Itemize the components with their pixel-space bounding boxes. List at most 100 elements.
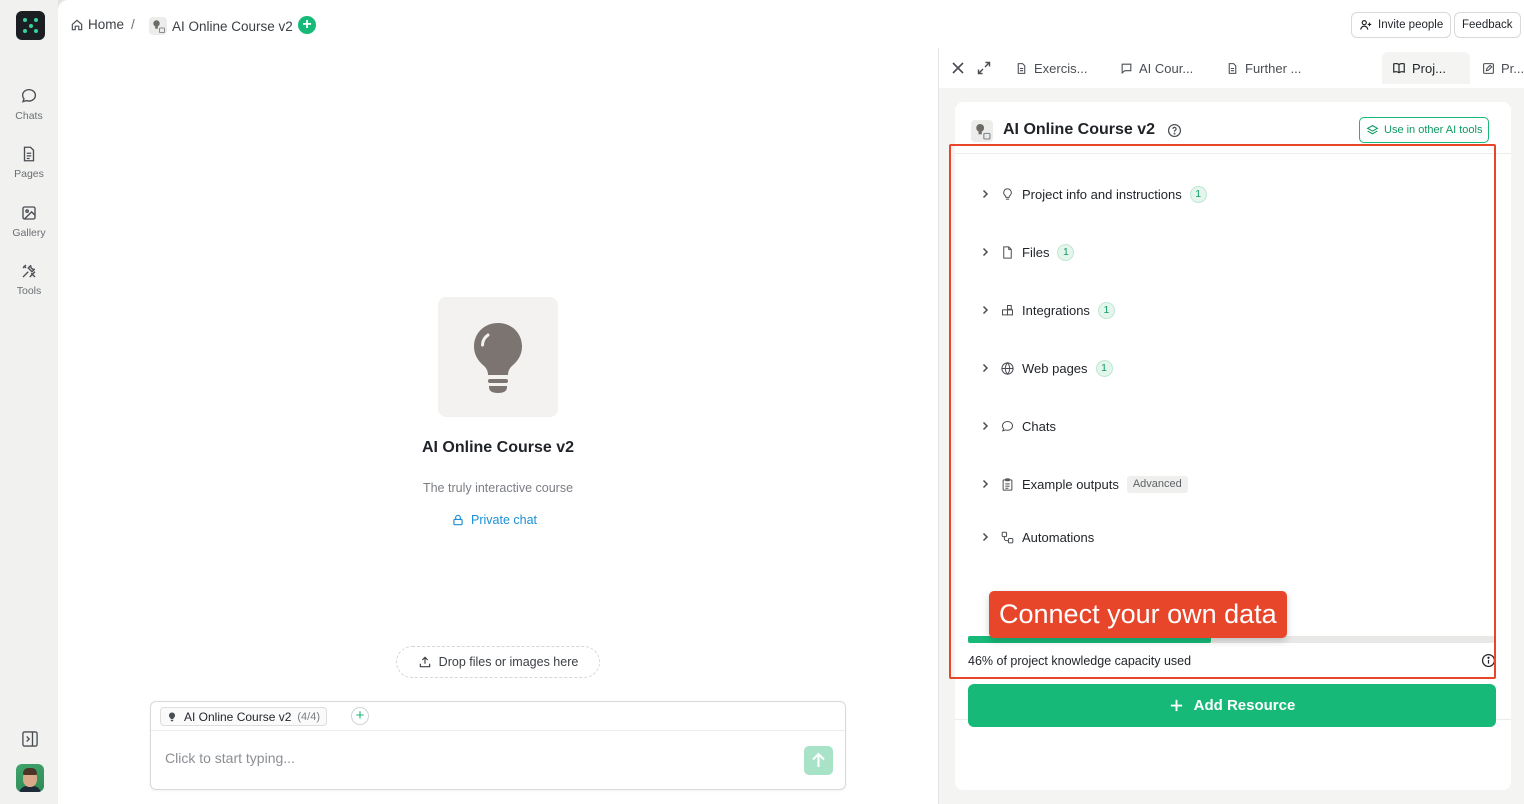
chevron-right-icon [982,247,989,257]
section-label: Integrations [1022,302,1090,318]
project-card-header: AI Online Course v2 Use in other AI tool… [955,102,1511,154]
context-chip[interactable]: AI Online Course v2 (4/4) [160,707,328,726]
section-label: Web pages [1022,360,1088,376]
plus-icon [1170,699,1182,712]
lightbulb-icon [168,711,176,721]
count-badge: 1 [1097,301,1115,319]
chevron-right-icon [982,305,989,315]
info-icon[interactable] [1481,653,1496,668]
globe-icon [1001,361,1014,375]
capacity-text: 46% of project knowledge capacity used [968,654,1192,668]
tab-project[interactable]: Proj... [1382,52,1470,84]
close-icon[interactable] [951,61,965,75]
tab-further[interactable]: Further ... [1216,52,1311,84]
section-example-outputs[interactable]: Example outputs Advanced [979,472,1188,496]
invite-people-button[interactable]: Invite people [1351,12,1452,38]
use-in-other-ai-tools-button[interactable]: Use in other AI tools [1359,117,1490,143]
section-files[interactable]: Files 1 [979,240,1075,264]
breadcrumb-home[interactable]: Home [70,17,124,32]
private-chat-link[interactable]: Private chat [451,513,537,527]
layers-icon [1366,124,1379,134]
section-label: Automations [1022,529,1095,545]
section-web-pages[interactable]: Web pages 1 [979,356,1113,380]
section-label: Files [1022,244,1050,260]
drop-files-zone[interactable]: Drop files or images here [396,646,600,678]
document-icon [1228,62,1237,74]
send-button[interactable] [804,746,833,775]
expand-icon[interactable] [977,61,991,75]
panel-tab-bar: Exercis... AI Cour... Further ... Proj..… [939,48,1524,88]
tab-label: Pr... [1501,60,1524,76]
drop-files-label: Drop files or images here [438,655,579,669]
section-automations[interactable]: Automations [979,525,1094,549]
sidebar-item-pages[interactable]: Pages [0,145,58,180]
document-icon [1017,62,1026,74]
upload-icon [419,656,430,668]
count-badge: 1 [1095,359,1113,377]
message-input[interactable] [165,750,765,766]
app-logo[interactable] [16,11,45,40]
section-label: Example outputs [1022,476,1119,492]
user-avatar[interactable] [16,764,44,792]
breadcrumb-project-label: AI Online Course v2 [172,18,293,34]
sidebar-item-label: Gallery [12,227,46,239]
message-composer: AI Online Course v2 (4/4) + [150,701,846,790]
section-integrations[interactable]: Integrations 1 [979,298,1115,322]
private-chat-label: Private chat [471,513,538,527]
project-hero-tile [438,297,558,417]
chat-title: AI Online Course v2 [421,439,575,456]
chevron-right-icon [982,479,989,489]
workspace: Home / AI Online Course v2 + Invite peop… [58,0,1524,804]
lightbulb-icon [1003,187,1012,200]
breadcrumb-separator: / [131,17,135,32]
use-in-other-ai-tools-label: Use in other AI tools [1384,124,1483,136]
add-button[interactable]: + [298,16,316,34]
lightbulb-icon [149,17,167,35]
section-label: Chats [1022,418,1056,434]
app-sidebar: Chats Pages Gallery Tools [0,0,58,804]
help-icon[interactable] [1167,123,1182,138]
document-icon [23,146,35,162]
sidebar-item-label: Tools [16,285,42,297]
chat-bubble-icon [1121,63,1132,74]
tools-icon [22,264,36,278]
advanced-tag: Advanced [1126,475,1188,493]
count-badge: 1 [1057,243,1075,261]
home-icon [71,19,83,30]
section-chats[interactable]: Chats [979,414,1056,438]
sidebar-item-chats[interactable]: Chats [0,87,58,122]
add-resource-label: Add Resource [1193,697,1296,714]
project-title: AI Online Course v2 [1003,121,1156,138]
feedback-label: Feedback [1462,19,1513,31]
section-label: Project info and instructions [1022,186,1182,202]
clipboard-icon [1002,477,1013,491]
sidebar-item-label: Chats [15,110,43,122]
breadcrumb-home-label: Home [88,17,125,32]
invite-people-label: Invite people [1378,19,1444,31]
tab-label: AI Cour... [1139,60,1194,76]
annotation-callout: Connect your own data [989,591,1287,638]
top-bar: Home / AI Online Course v2 + Invite peop… [58,0,1524,50]
add-resource-button[interactable]: Add Resource [968,684,1496,727]
chat-subtitle: The truly interactive course [422,481,574,495]
sidebar-item-gallery[interactable]: Gallery [0,204,58,239]
lightbulb-icon [971,120,993,142]
integrations-icon [1002,304,1013,315]
add-context-button[interactable]: + [351,707,369,725]
lock-icon [453,514,463,526]
tab-label: Further ... [1245,60,1302,76]
breadcrumb-project[interactable]: AI Online Course v2 [149,17,293,35]
book-icon [1393,62,1405,74]
tab-exercises[interactable]: Exercis... [1005,52,1097,84]
feedback-button[interactable]: Feedback [1454,12,1521,38]
context-chip-count: (4/4) [297,710,321,723]
sidebar-toggle-icon[interactable] [20,729,40,749]
composer-context-bar: AI Online Course v2 (4/4) + [151,702,845,731]
tab-label: Exercis... [1034,60,1088,76]
tab-prompt[interactable]: Pr... [1474,52,1524,84]
arrow-up-icon [812,752,825,767]
tab-ai-course-chat[interactable]: AI Cour... [1110,52,1203,84]
sidebar-item-tools[interactable]: Tools [0,262,58,297]
section-project-info[interactable]: Project info and instructions 1 [979,182,1207,206]
chevron-right-icon [982,421,989,431]
